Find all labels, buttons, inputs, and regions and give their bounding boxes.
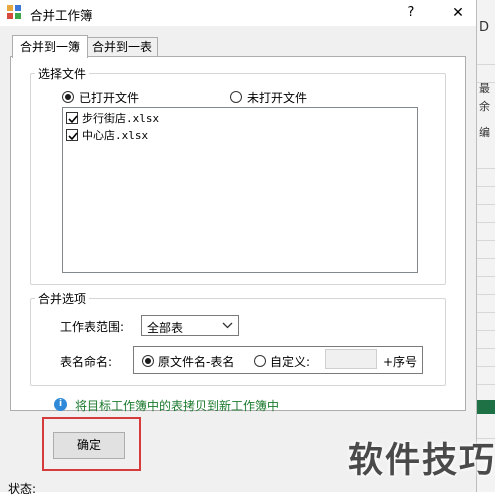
background-cell (477, 258, 495, 277)
background-letter: 余 (479, 100, 490, 113)
file-name: 步行街店.xlsx (82, 112, 160, 125)
radio-custom-name-label: 自定义: (270, 355, 311, 369)
select-files-label: 选择文件 (35, 65, 90, 82)
background-letter: D (479, 20, 490, 35)
info-icon: i (54, 398, 67, 411)
background-cell (477, 276, 495, 295)
tab-merge-to-workbook[interactable]: 合并到一簿 (12, 35, 88, 58)
radio-open-files[interactable] (62, 91, 74, 103)
close-button[interactable]: ✕ (445, 3, 471, 23)
suffix-label: +序号 (383, 355, 418, 369)
radio-unopened-files[interactable] (230, 91, 242, 103)
sheet-range-value: 全部表 (147, 321, 184, 335)
chevron-down-icon (222, 322, 233, 329)
file-name: 中心店.xlsx (82, 129, 149, 142)
custom-name-input[interactable] (325, 349, 377, 369)
check-icon (68, 115, 78, 124)
background-cell (477, 366, 495, 385)
background-letter: 最 (479, 82, 490, 95)
file-checkbox[interactable] (66, 129, 78, 141)
sheet-naming-label: 表名命名: (60, 355, 113, 369)
background-cell (477, 240, 495, 259)
merge-options-label: 合并选项 (35, 290, 90, 307)
watermark: 软件技巧 (348, 441, 495, 481)
tab-merge-to-sheet[interactable]: 合并到一表 (86, 37, 158, 57)
sheet-range-select[interactable]: 全部表 (141, 315, 239, 336)
merge-workbook-dialog: 合并工作簿 ? ✕ 合并到一簿 合并到一表 选择文件 已打开文件 未打开文件 步… (0, 0, 477, 496)
dialog-title: 合并工作簿 (30, 8, 93, 23)
radio-unopened-files-label: 未打开文件 (247, 91, 308, 105)
background-cell (477, 186, 495, 205)
background-green-bar (477, 400, 495, 414)
background-spreadsheet: D 最 余 编 (476, 0, 495, 492)
background-letter: 编 (479, 126, 490, 139)
file-listbox[interactable]: 步行街店.xlsx 中心店.xlsx (62, 107, 418, 273)
background-cell (477, 312, 495, 331)
help-button[interactable]: ? (398, 3, 424, 23)
title-bar: 合并工作簿 ? ✕ (0, 0, 476, 26)
info-text: 将目标工作簿中的表拷贝到新工作簿中 (75, 399, 280, 413)
background-cell (477, 46, 495, 65)
check-icon (68, 132, 78, 141)
background-cell (477, 294, 495, 313)
background-cell (477, 204, 495, 223)
radio-open-files-label: 已打开文件 (79, 91, 140, 105)
radio-custom-name[interactable] (254, 355, 266, 367)
app-icon (7, 5, 21, 19)
background-cell (477, 348, 495, 367)
file-checkbox[interactable] (66, 112, 78, 124)
background-cell (477, 150, 495, 169)
background-cell (477, 330, 495, 349)
background-cell (477, 168, 495, 187)
radio-original-name-label: 原文件名-表名 (158, 355, 235, 369)
background-cell (477, 222, 495, 241)
status-label: 状态: (8, 482, 37, 496)
radio-original-name[interactable] (142, 355, 154, 367)
highlight-box (42, 417, 141, 471)
sheet-range-label: 工作表范围: (60, 320, 125, 334)
